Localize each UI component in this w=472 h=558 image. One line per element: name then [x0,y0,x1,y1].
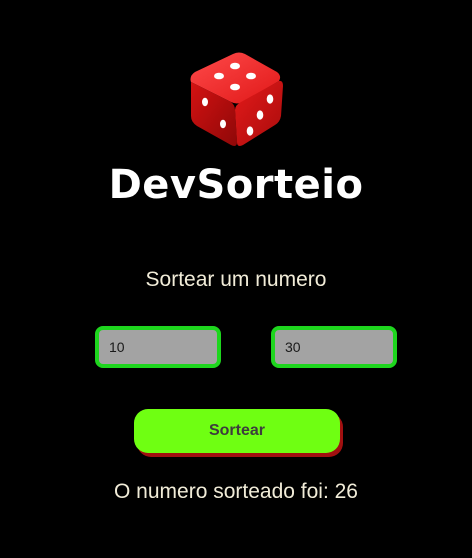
min-number-input[interactable] [95,326,221,368]
draw-button[interactable]: Sortear [134,409,340,453]
page: DevSorteio Sortear um numero Sortear O n… [0,0,472,558]
result-text: O numero sorteado foi: 26 [114,480,358,503]
dice-icon [190,52,283,146]
max-number-input[interactable] [271,326,397,368]
draw-heading: Sortear um numero [145,268,327,291]
app-title: DevSorteio [108,162,364,208]
